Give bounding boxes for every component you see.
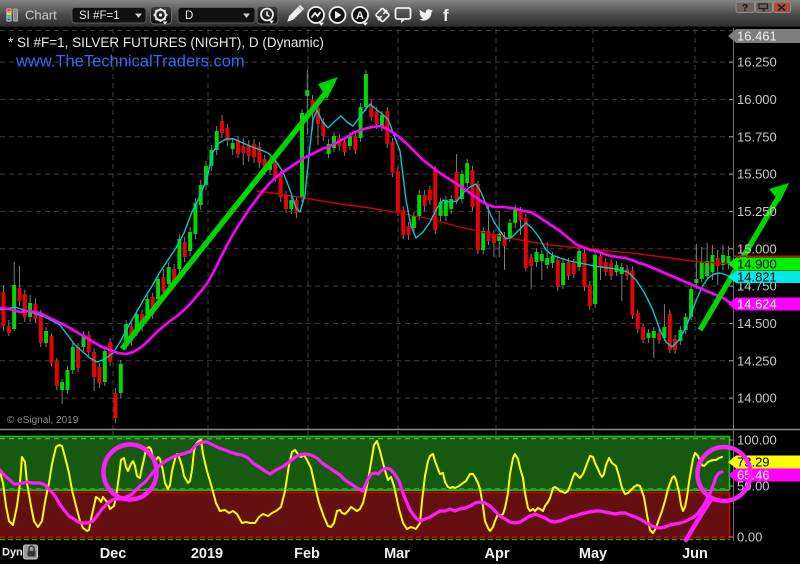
svg-text:15.000: 15.000 — [737, 241, 777, 256]
svg-text:14.624: 14.624 — [737, 297, 777, 312]
svg-text:100.00: 100.00 — [737, 433, 777, 448]
svg-text:14.250: 14.250 — [737, 353, 777, 368]
svg-text:D: D — [185, 10, 193, 22]
svg-text:15.500: 15.500 — [737, 167, 777, 182]
svg-text:Chart: Chart — [25, 8, 57, 23]
svg-text:Dec: Dec — [100, 546, 127, 562]
svg-text:May: May — [579, 546, 607, 562]
svg-text:16.461: 16.461 — [737, 29, 777, 44]
svg-text:Jun: Jun — [682, 546, 708, 562]
svg-text:0.00: 0.00 — [737, 530, 762, 545]
svg-text:Mar: Mar — [384, 546, 410, 562]
svg-text:14.000: 14.000 — [737, 391, 777, 406]
svg-text:Apr: Apr — [485, 546, 510, 562]
svg-text:SI #F=1: SI #F=1 — [79, 10, 120, 22]
svg-text:?: ? — [742, 3, 748, 14]
svg-text:www.TheTechnicalTraders.com: www.TheTechnicalTraders.com — [15, 53, 245, 71]
svg-text:16.000: 16.000 — [737, 92, 777, 107]
svg-text:15.250: 15.250 — [737, 204, 777, 219]
svg-text:2019: 2019 — [191, 546, 223, 562]
svg-text:f: f — [443, 6, 449, 25]
svg-text:Dyn: Dyn — [2, 547, 23, 559]
svg-text:A: A — [356, 10, 364, 22]
svg-text:16.250: 16.250 — [737, 55, 777, 70]
svg-text:15.750: 15.750 — [737, 129, 777, 144]
svg-text:14.500: 14.500 — [737, 316, 777, 331]
svg-text:65.46: 65.46 — [737, 468, 770, 483]
svg-text:© eSignal, 2019: © eSignal, 2019 — [7, 415, 79, 426]
svg-text:* SI #F=1, SILVER FUTURES (NIG: * SI #F=1, SILVER FUTURES (NIGHT), D (Dy… — [8, 35, 324, 50]
svg-text:14.821: 14.821 — [737, 270, 777, 285]
svg-text:Feb: Feb — [294, 546, 320, 562]
